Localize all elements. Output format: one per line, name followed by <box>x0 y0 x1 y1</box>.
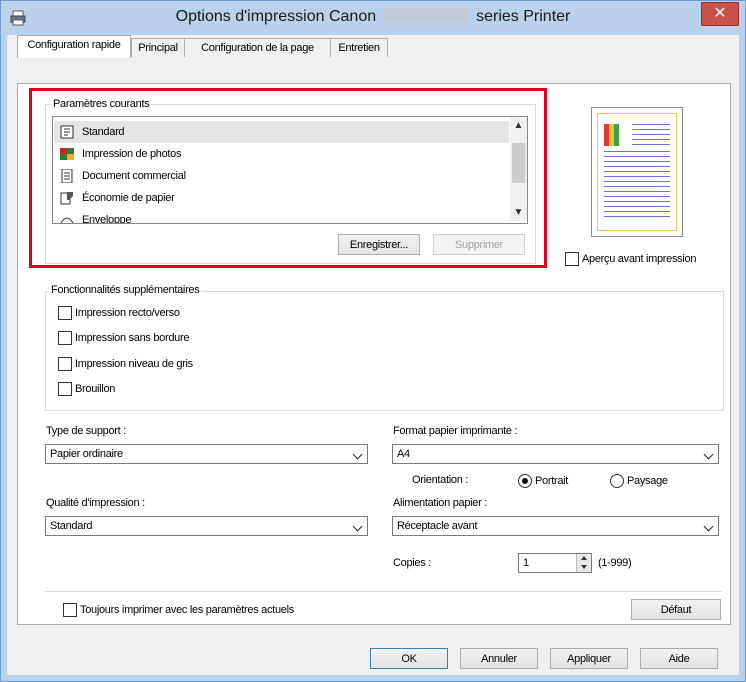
preview-line <box>604 191 670 192</box>
print-quality-label: Qualité d'impression : <box>46 497 145 509</box>
preview-line <box>604 211 670 212</box>
apply-button[interactable]: Appliquer <box>550 648 628 669</box>
preview-line <box>604 181 670 182</box>
tab-entretien[interactable]: Entretien <box>330 38 388 57</box>
spin-buttons[interactable] <box>576 554 591 572</box>
preview-line <box>604 151 670 152</box>
preview-line <box>604 161 670 162</box>
spin-down-icon[interactable] <box>581 565 587 569</box>
preview-line <box>632 129 670 130</box>
checkbox-box[interactable] <box>63 603 77 617</box>
copies-range: (1-999) <box>598 557 632 569</box>
tab-principal[interactable]: Principal <box>131 38 185 57</box>
select-value: Standard <box>50 520 93 532</box>
chevron-down-icon <box>703 521 714 532</box>
title-bar[interactable]: Options d'impression Canon series Printer… <box>1 1 745 35</box>
media-type-select[interactable]: Papier ordinaire <box>45 444 368 464</box>
highlight-frame <box>29 88 547 268</box>
checkbox-label: Impression niveau de gris <box>75 358 193 370</box>
checkbox-label: Brouillon <box>75 383 116 395</box>
preview-line <box>632 134 670 135</box>
button-label: Appliquer <box>567 653 611 665</box>
radio-dot[interactable] <box>518 474 532 488</box>
tab-label: Entretien <box>338 42 380 54</box>
preview-page <box>597 113 677 231</box>
radio-label: Paysage <box>627 475 668 487</box>
preview-line <box>632 139 670 140</box>
print-quality-select[interactable]: Standard <box>45 516 368 536</box>
button-label: Défaut <box>660 604 692 616</box>
help-button[interactable]: Aide <box>640 648 718 669</box>
checkbox-box[interactable] <box>58 382 72 396</box>
media-type-label: Type de support : <box>46 425 126 437</box>
chevron-down-icon <box>352 449 363 460</box>
title-prefix: Options d'impression Canon <box>175 8 377 25</box>
ok-button[interactable]: OK <box>370 648 448 669</box>
preview-line <box>604 186 670 187</box>
title-suffix: series Printer <box>476 8 571 25</box>
cancel-button[interactable]: Annuler <box>460 648 538 669</box>
tab-label: Configuration rapide <box>27 39 121 51</box>
close-icon: ✕ <box>713 5 727 22</box>
preview-image-green <box>614 124 619 146</box>
checkbox-label: Impression recto/verso <box>75 307 180 319</box>
preview-line <box>632 144 670 145</box>
preview-line <box>604 206 670 207</box>
preview-line <box>604 196 670 197</box>
preview-line <box>632 124 670 125</box>
preview-line <box>604 171 670 172</box>
paper-source-select[interactable]: Réceptacle avant <box>392 516 719 536</box>
checkbox-box[interactable] <box>58 306 72 320</box>
copies-label: Copies : <box>393 557 431 569</box>
preview-line <box>604 156 670 157</box>
checkbox-box[interactable] <box>58 331 72 345</box>
paper-source-label: Alimentation papier : <box>393 497 487 509</box>
close-button[interactable]: ✕ <box>701 2 739 26</box>
page-preview-thumbnail <box>591 107 683 237</box>
paper-size-label: Format papier imprimante : <box>393 425 518 437</box>
select-value: A4 <box>397 448 410 460</box>
select-value: Papier ordinaire <box>50 448 123 460</box>
copies-value: 1 <box>523 557 530 569</box>
orientation-label: Orientation : <box>412 474 469 486</box>
radio-dot[interactable] <box>610 474 624 488</box>
tab-label: Principal <box>138 42 178 54</box>
model-name-redaction <box>384 8 469 22</box>
tab-label: Configuration de la page <box>201 42 314 54</box>
chevron-down-icon <box>703 449 714 460</box>
extra-features-title: Fonctionnalités supplémentaires <box>49 284 202 296</box>
button-label: Annuler <box>481 653 517 665</box>
window-title: Options d'impression Canon series Printer <box>1 8 745 26</box>
button-label: Aide <box>668 653 690 665</box>
checkbox-box[interactable] <box>58 357 72 371</box>
chevron-down-icon <box>352 521 363 532</box>
checkbox-label: Aperçu avant impression <box>582 253 697 265</box>
tab-configuration-de-la-page[interactable]: Configuration de la page <box>184 38 331 57</box>
checkbox-label: Toujours imprimer avec les paramètres ac… <box>80 604 294 616</box>
preview-line <box>604 201 670 202</box>
radio-label: Portrait <box>535 475 569 487</box>
select-value: Réceptacle avant <box>397 520 478 532</box>
preview-line <box>604 176 670 177</box>
spin-up-icon[interactable] <box>581 556 587 560</box>
default-button[interactable]: Défaut <box>631 599 721 620</box>
separator <box>45 591 722 592</box>
copies-stepper[interactable]: 1 <box>518 553 592 573</box>
checkbox-label: Impression sans bordure <box>75 332 190 344</box>
paper-size-select[interactable]: A4 <box>392 444 719 464</box>
tab-configuration-rapide[interactable]: Configuration rapide <box>17 35 131 58</box>
preview-line <box>604 216 670 217</box>
button-label: OK <box>401 653 417 665</box>
checkbox-box[interactable] <box>565 252 579 266</box>
preview-line <box>604 166 670 167</box>
